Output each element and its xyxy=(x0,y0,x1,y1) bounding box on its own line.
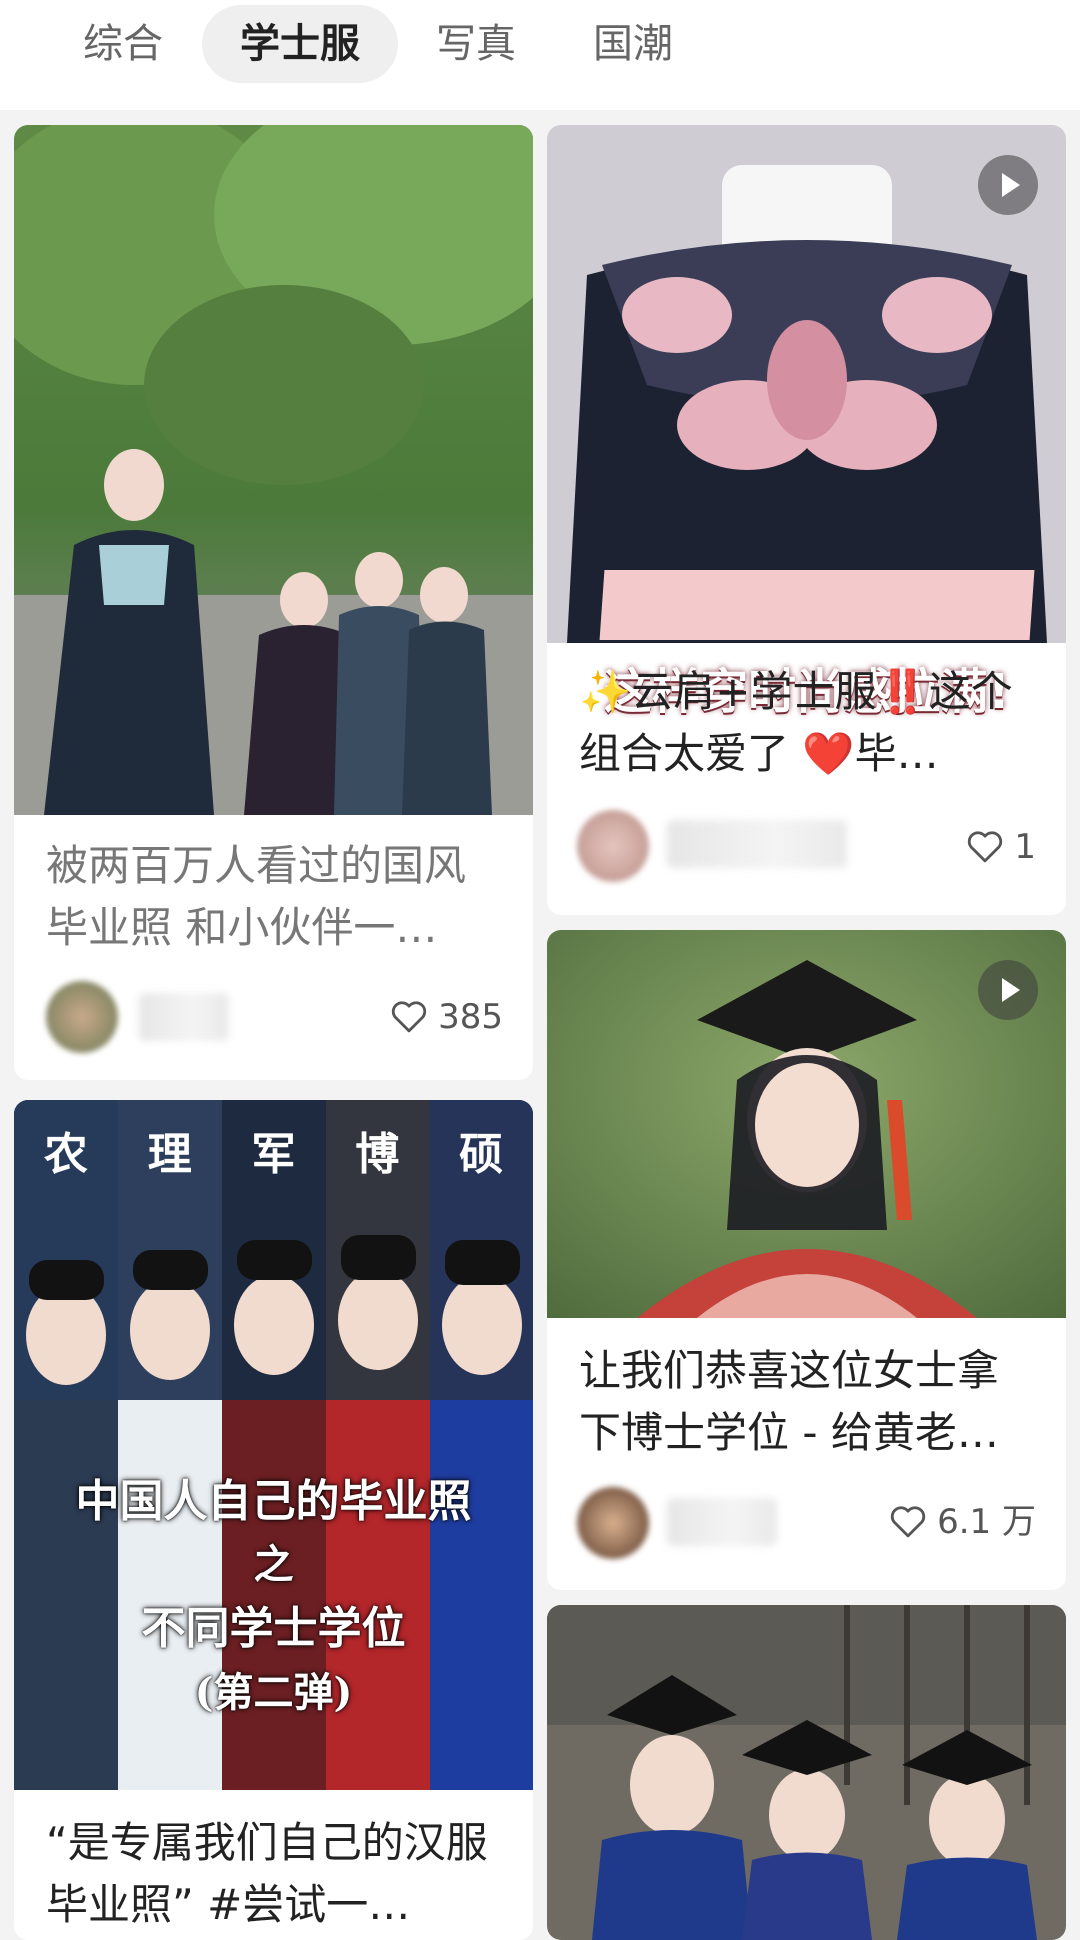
tab-xiezhen[interactable]: 写真 xyxy=(398,5,554,83)
heart-outline-icon xyxy=(968,831,1003,863)
poster-label: 硕 xyxy=(459,1129,504,1180)
author-avatar[interactable] xyxy=(577,1487,649,1559)
overlay-banner xyxy=(599,570,1035,640)
author-name-blurred[interactable] xyxy=(667,820,847,868)
like-count-value: 6.1 万 xyxy=(937,1502,1036,1542)
like-count-value: 1 xyxy=(1014,827,1036,867)
author-name-blurred[interactable] xyxy=(667,1498,777,1546)
feed-card[interactable]: 农 理 军 博 硕 中国人自己的毕业照 之 不同学士学位 (第二弹) “是专属我… xyxy=(14,1100,533,1940)
feed-card[interactable]: 让我们恭喜这位女士拿下博士学位 - 给黄老… 6.1 万 xyxy=(547,930,1066,1590)
card-thumbnail xyxy=(14,125,533,815)
poster-label: 军 xyxy=(251,1129,296,1180)
card-title: 让我们恭喜这位女士拿下博士学位 - 给黄老… xyxy=(579,1346,1000,1457)
poster-connector: 之 xyxy=(253,1541,294,1588)
card-title: ✨云肩+学士服‼️这个组合太爱了 ❤️毕… xyxy=(579,667,1013,778)
heart-outline-icon xyxy=(891,1506,926,1538)
poster-subtitle: 不同学士学位 xyxy=(141,1603,406,1654)
like-count[interactable]: 6.1 万 xyxy=(889,1498,1036,1546)
video-play-badge xyxy=(978,155,1038,215)
feed-card[interactable] xyxy=(547,1605,1066,1940)
feed-card[interactable]: 被两百万人看过的国风毕业照 和小伙伴一… 385 xyxy=(14,125,533,1080)
tab-guochao[interactable]: 国潮 xyxy=(555,5,711,83)
card-title: 被两百万人看过的国风毕业照 和小伙伴一… xyxy=(46,841,467,952)
video-play-badge xyxy=(978,960,1038,1020)
card-title: “是专属我们自己的汉服毕业照” #尝试一… xyxy=(46,1818,488,1929)
tab-xueshifu[interactable]: 学士服 xyxy=(202,5,398,83)
author-avatar[interactable] xyxy=(577,810,649,882)
feed-card[interactable]: 这样穿时尚感拉满! ✨云肩+学士服‼️这个组合太爱了 ❤️毕… 1 xyxy=(547,125,1066,915)
card-thumbnail xyxy=(547,1605,1066,1940)
poster-part: (第二弹) xyxy=(194,1669,353,1716)
tab-zonghe[interactable]: 综合 xyxy=(45,5,201,83)
poster-label: 农 xyxy=(43,1129,88,1180)
author-avatar[interactable] xyxy=(46,981,118,1053)
like-count[interactable]: 385 xyxy=(390,993,503,1041)
poster-headline: 中国人自己的毕业照 xyxy=(75,1476,472,1527)
poster-label: 博 xyxy=(355,1129,400,1180)
like-count[interactable]: 1 xyxy=(966,823,1036,871)
play-icon xyxy=(1002,978,1020,1002)
author-name-blurred[interactable] xyxy=(139,993,229,1041)
poster-label: 理 xyxy=(147,1129,192,1180)
poster-degree-labels: 农 理 军 博 硕 xyxy=(14,1100,533,1200)
like-count-value: 385 xyxy=(438,997,503,1037)
play-icon xyxy=(1002,173,1020,197)
category-tabs: 综合 学士服 写真 国潮 xyxy=(0,0,1080,110)
heart-outline-icon xyxy=(392,1001,427,1033)
